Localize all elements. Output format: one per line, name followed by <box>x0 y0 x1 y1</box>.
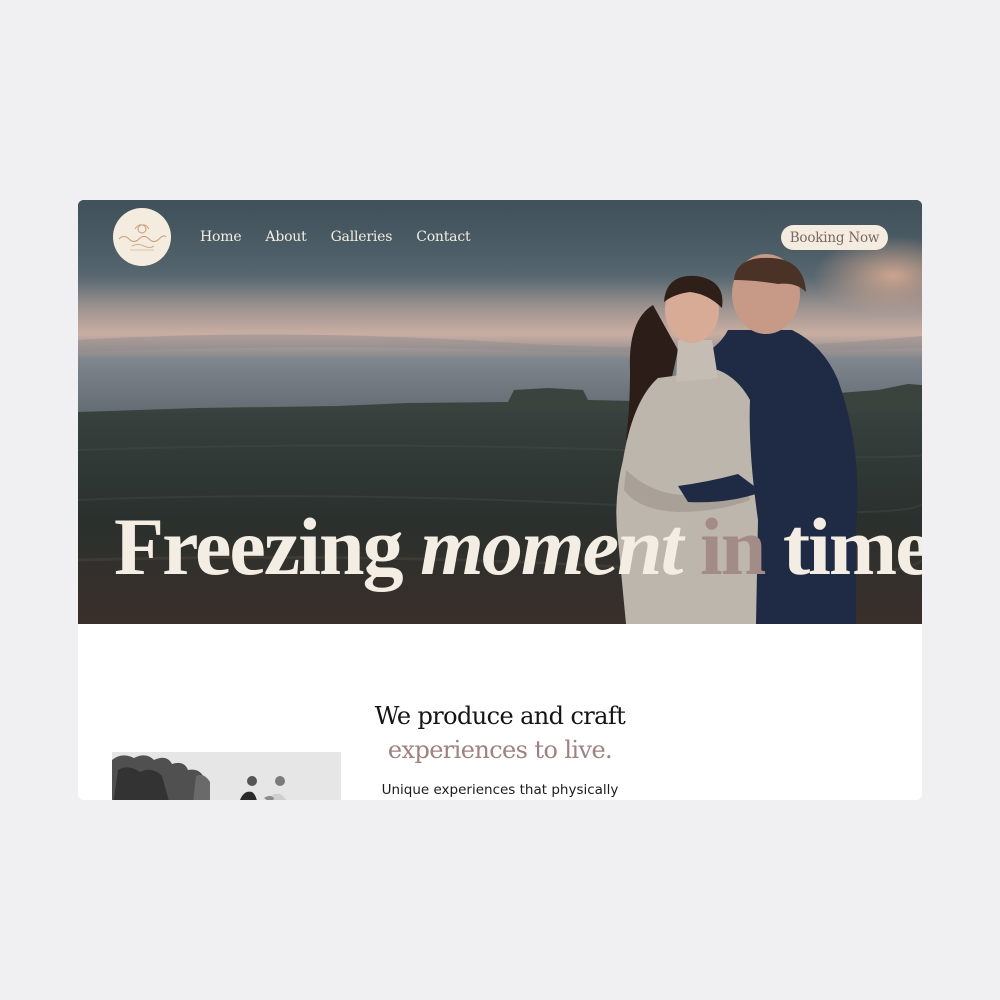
headline-part-freezing: Freezing <box>114 501 421 592</box>
booking-now-button[interactable]: Booking Now <box>781 225 888 250</box>
intro-body-text: Unique experiences that physically <box>381 782 619 798</box>
headline-part-moment: moment <box>420 501 683 592</box>
hero-headline: Freezing moment in time <box>114 506 922 588</box>
headline-part-time: time <box>764 501 922 592</box>
headline-part-in: in <box>699 501 766 592</box>
nav-home-link[interactable]: Home <box>200 229 242 245</box>
nav-galleries-link[interactable]: Galleries <box>331 229 393 245</box>
logo-mark-icon <box>118 224 167 251</box>
brand-logo[interactable] <box>113 208 171 266</box>
intro-title-line2: experiences to live. <box>387 736 613 764</box>
main-nav: Home About Galleries Contact <box>200 229 471 245</box>
nav-about-link[interactable]: About <box>265 229 306 245</box>
intro-title-line1: We produce and craft <box>374 702 626 730</box>
hero-section: Home About Galleries Contact Booking Now… <box>78 200 922 624</box>
website-preview-card: Home About Galleries Contact Booking Now… <box>78 200 922 800</box>
nav-contact-link[interactable]: Contact <box>416 229 470 245</box>
